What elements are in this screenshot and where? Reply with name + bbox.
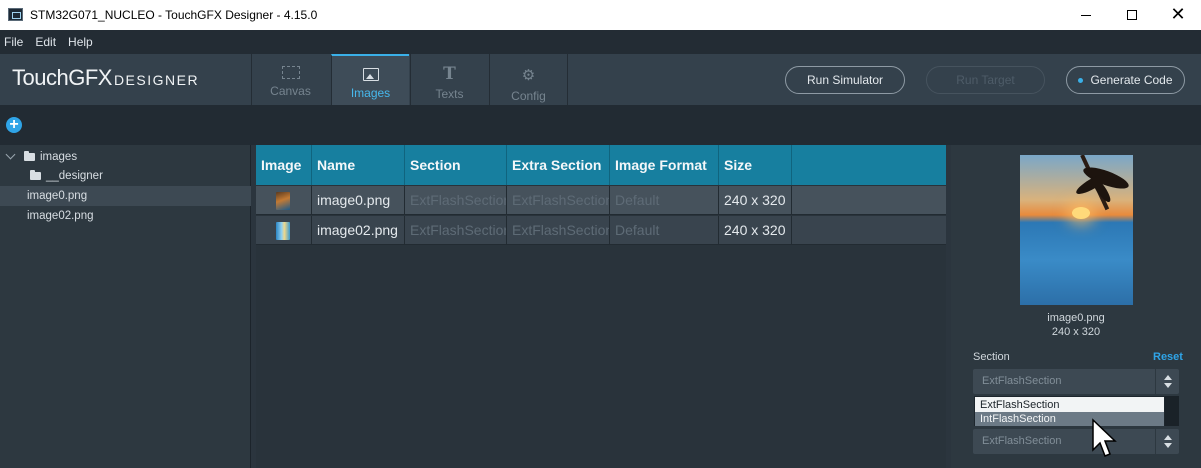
minimize-icon xyxy=(1081,14,1091,16)
name-cell: image0.png xyxy=(312,186,405,215)
run-target-button[interactable]: Run Target xyxy=(926,66,1045,94)
image-icon xyxy=(362,68,379,81)
minimize-button[interactable] xyxy=(1063,0,1109,30)
tree-item-image0[interactable]: image0.png xyxy=(0,186,251,206)
table-row[interactable]: image0.png ExtFlashSection ExtFlashSecti… xyxy=(256,186,946,215)
table-header: Image Name Section Extra Section Image F… xyxy=(256,145,946,185)
section-dropdown-list: ExtFlashSection IntFlashSection xyxy=(974,396,1165,426)
generate-code-button[interactable]: Generate Code xyxy=(1066,66,1185,94)
images-subtoolbar: + xyxy=(0,105,1201,145)
close-icon: ✕ xyxy=(1170,4,1186,25)
column-header-image[interactable]: Image xyxy=(256,145,312,185)
logo-subtext: DESIGNER xyxy=(113,72,200,88)
menu-bar: File Edit Help xyxy=(0,30,1201,54)
run-simulator-button[interactable]: Run Simulator xyxy=(785,66,905,94)
add-image-button[interactable]: + xyxy=(6,117,22,133)
maximize-icon xyxy=(1127,10,1137,20)
column-header-size[interactable]: Size xyxy=(719,145,792,185)
tree-item-image02[interactable]: image02.png xyxy=(0,206,251,226)
extra-section-select-value: ExtFlashSection xyxy=(982,435,1062,447)
chevron-down-icon[interactable] xyxy=(5,149,16,160)
generate-code-label: Generate Code xyxy=(1090,73,1173,87)
logo-text: TouchGFX xyxy=(12,65,112,90)
name-cell: image02.png xyxy=(312,216,405,245)
image-format-cell: Default xyxy=(610,186,719,215)
tab-canvas-label: Canvas xyxy=(270,84,311,98)
tab-config-label: Config xyxy=(511,89,546,103)
menu-file[interactable]: File xyxy=(4,35,23,49)
tree-item-label: image0.png xyxy=(27,190,88,202)
section-select-value: ExtFlashSection xyxy=(982,375,1062,387)
section-label: Section xyxy=(973,351,1010,363)
folder-icon xyxy=(30,170,41,180)
images-table: Image Name Section Extra Section Image F… xyxy=(256,145,946,468)
image-format-cell: Default xyxy=(610,216,719,245)
image-details-panel: image0.png 240 x 320 Section Reset ExtFl… xyxy=(951,145,1201,468)
status-dot-icon xyxy=(1078,77,1084,83)
tree-item-label: images xyxy=(40,151,78,163)
menu-edit[interactable]: Edit xyxy=(35,35,56,49)
select-arrows-icon xyxy=(1155,429,1179,454)
dropdown-scrollbar[interactable] xyxy=(1165,396,1179,426)
tab-texts-label: Texts xyxy=(435,87,464,101)
preview-dimensions: 240 x 320 xyxy=(1051,326,1101,338)
column-header-section[interactable]: Section xyxy=(405,145,507,185)
app-icon xyxy=(8,8,23,21)
tree-item-images[interactable]: images xyxy=(0,147,251,167)
folder-icon xyxy=(24,151,35,161)
tree-item-label: __designer xyxy=(46,170,103,182)
dropdown-option-ext[interactable]: ExtFlashSection xyxy=(975,398,1164,412)
column-header-name[interactable]: Name xyxy=(312,145,405,185)
dropdown-option-int[interactable]: IntFlashSection xyxy=(975,412,1164,426)
column-header-extra-section[interactable]: Extra Section xyxy=(507,145,610,185)
close-button[interactable]: ✕ xyxy=(1155,0,1201,30)
tab-texts[interactable]: T Texts xyxy=(410,54,488,105)
size-cell: 240 x 320 xyxy=(719,216,792,245)
maximize-button[interactable] xyxy=(1109,0,1155,30)
preview-sun xyxy=(1072,207,1090,219)
canvas-icon xyxy=(281,66,300,79)
section-cell: ExtFlashSection xyxy=(405,216,507,245)
tree-item-label: image02.png xyxy=(27,210,94,222)
header-toolbar: TouchGFX DESIGNER Canvas Images T Texts ⚙… xyxy=(0,54,1201,105)
menu-help[interactable]: Help xyxy=(68,35,93,49)
section-select[interactable]: ExtFlashSection xyxy=(973,369,1179,394)
select-arrows-icon xyxy=(1155,369,1179,394)
title-bar: STM32G071_NUCLEO - TouchGFX Designer - 4… xyxy=(0,0,1201,30)
tab-config[interactable]: ⚙ Config xyxy=(489,54,568,105)
image-thumbnail xyxy=(276,222,290,240)
extra-section-cell: ExtFlashSection xyxy=(507,216,610,245)
reset-button[interactable]: Reset xyxy=(1153,351,1183,363)
text-icon: T xyxy=(443,64,456,84)
image-thumbnail xyxy=(276,192,290,210)
image-preview xyxy=(1020,155,1133,305)
column-header-image-format[interactable]: Image Format xyxy=(610,145,719,185)
tree-item-designer[interactable]: __designer xyxy=(0,166,251,186)
tab-images-label: Images xyxy=(350,86,391,100)
extra-section-cell: ExtFlashSection xyxy=(507,186,610,215)
section-cell: ExtFlashSection xyxy=(405,186,507,215)
gear-icon: ⚙ xyxy=(521,67,536,84)
tab-images[interactable]: Images xyxy=(331,54,409,105)
preview-filename: image0.png xyxy=(1047,312,1105,324)
mouse-cursor-icon xyxy=(1092,418,1117,457)
table-row[interactable]: image02.png ExtFlashSection ExtFlashSect… xyxy=(256,216,946,245)
window-title: STM32G071_NUCLEO - TouchGFX Designer - 4… xyxy=(30,8,318,22)
size-cell: 240 x 320 xyxy=(719,186,792,215)
extra-section-select[interactable]: ExtFlashSection xyxy=(973,429,1179,454)
image-tree: images __designer image0.png image02.png xyxy=(0,145,251,468)
image-thumbnail-cell xyxy=(256,216,312,245)
tab-canvas[interactable]: Canvas xyxy=(251,54,329,105)
app-logo: TouchGFX DESIGNER xyxy=(12,65,199,91)
image-thumbnail-cell xyxy=(256,186,312,215)
